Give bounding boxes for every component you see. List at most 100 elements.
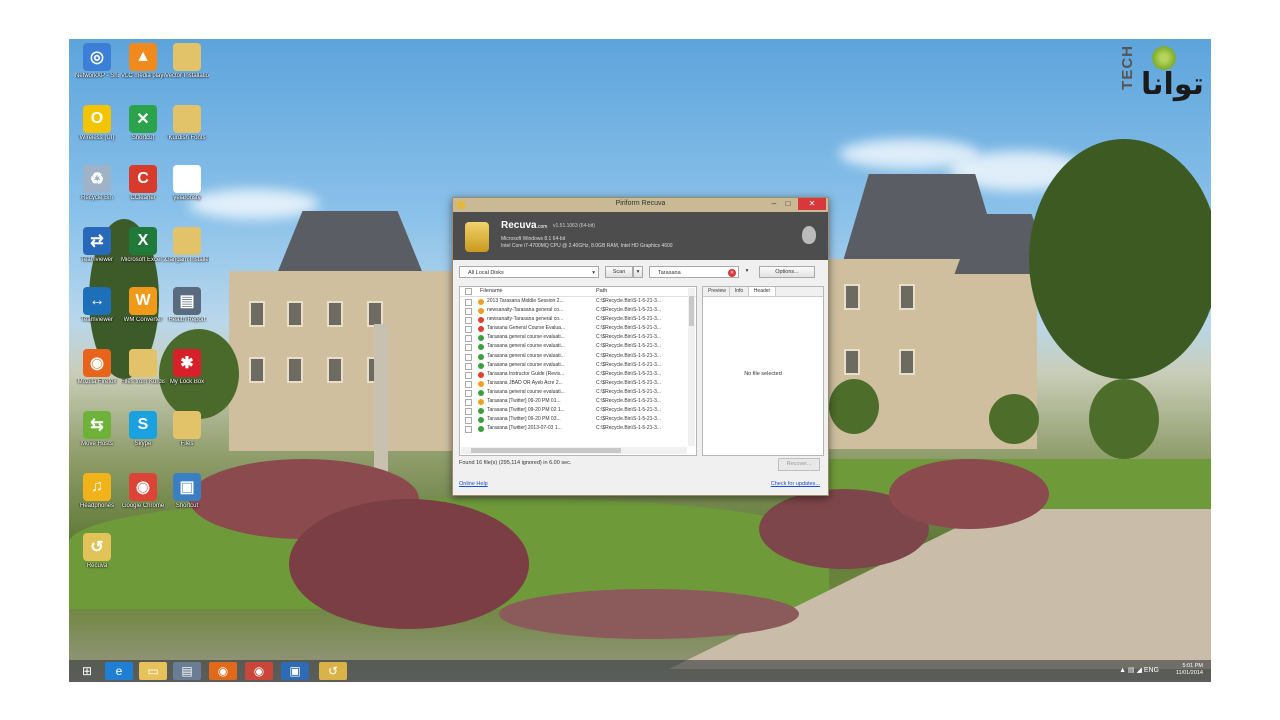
- minimize-button[interactable]: –: [768, 198, 780, 210]
- file-row[interactable]: Tarasana general course evaluati... C:\$R…: [460, 388, 696, 397]
- taskbar-chrome[interactable]: ◉: [245, 662, 273, 680]
- taskbar-ie[interactable]: e: [105, 662, 133, 680]
- select-all-checkbox[interactable]: [465, 288, 472, 295]
- file-row[interactable]: newsanaity-Tarasana general co... C:\$Rec…: [460, 306, 696, 316]
- drive-select-value: All Local Disks: [468, 270, 504, 276]
- tab-info[interactable]: Info: [730, 287, 749, 296]
- close-button[interactable]: ✕: [798, 198, 826, 210]
- scan-dropdown-button[interactable]: ▾: [633, 266, 643, 278]
- file-row[interactable]: 2013 Tarasana Middle Session 2... C:\$Rec…: [460, 297, 696, 306]
- desktop-icon[interactable]: ◉ Google Chrome: [121, 473, 165, 510]
- desktop-icon[interactable]: ▣ Shortcut: [165, 473, 209, 510]
- desktop-icon[interactable]: ✕ Shortcut: [121, 105, 165, 142]
- file-checkbox[interactable]: [465, 389, 472, 397]
- desktop-icon[interactable]: Files: [165, 411, 209, 448]
- file-row[interactable]: Tarasana general course evaluati... C:\$R…: [460, 361, 696, 370]
- title-bar[interactable]: Piriform Recuva – □ ✕: [453, 198, 828, 212]
- desktop-icon[interactable]: ▲ VLC media player: [121, 43, 165, 80]
- file-name: Tarasana general course evaluati...: [487, 343, 565, 350]
- desktop-icon[interactable]: ⇄ Teamviewer: [75, 227, 119, 264]
- scroll-thumb[interactable]: [689, 296, 694, 326]
- clock[interactable]: 5:01 PM 11/01/2014: [1176, 663, 1203, 677]
- file-name: Tarasana general course evaluati...: [487, 388, 565, 395]
- file-checkbox[interactable]: [465, 417, 472, 425]
- search-input[interactable]: Tarasana ✕: [649, 266, 739, 278]
- desktop-icon[interactable]: ♻ Recycle Bin: [75, 165, 119, 202]
- desktop-icon[interactable]: ⇆ Move Hosts: [75, 411, 119, 448]
- file-checkbox[interactable]: [465, 344, 472, 352]
- desktop-icon-label: VLC media player: [121, 73, 165, 79]
- desktop-icon-label: Mozilla Firefox: [77, 379, 117, 385]
- file-row[interactable]: Tarasana general course evaluati... C:\$R…: [460, 352, 696, 361]
- file-row[interactable]: Tarasana General Course Evalua... C:\$Rec…: [460, 324, 696, 334]
- file-checkbox[interactable]: [465, 308, 472, 316]
- drive-select[interactable]: All Local Disks ▾: [459, 266, 599, 278]
- desktop-icon[interactable]: ◉ Mozilla Firefox: [75, 349, 119, 386]
- monitor-icon: ▣: [173, 473, 201, 501]
- recuva-logo-icon: [465, 222, 489, 252]
- desktop-icon[interactable]: W WM Converter: [121, 287, 165, 324]
- file-checkbox[interactable]: [465, 362, 472, 370]
- vertical-scrollbar[interactable]: [688, 288, 695, 446]
- desktop-icon[interactable]: ↔ Teamviewer: [75, 287, 119, 324]
- file-row[interactable]: Tarasana JBAD OR Ayeb Acre 2... C:\$Recyc…: [460, 379, 696, 388]
- scroll-thumb[interactable]: [471, 448, 621, 453]
- file-checkbox[interactable]: [465, 371, 472, 379]
- file-checkbox[interactable]: [465, 317, 472, 325]
- desktop-icon[interactable]: Files from Kurdish...: [121, 349, 165, 386]
- horizontal-scrollbar[interactable]: [461, 447, 687, 454]
- desktop-icon[interactable]: ↺ Recuva: [75, 533, 119, 570]
- desktop-icon[interactable]: C CCleaner: [121, 165, 165, 202]
- desktop-icon[interactable]: ✱ My Lock Box: [165, 349, 209, 386]
- recovery-state-icon: [478, 362, 484, 369]
- desktop-icon[interactable]: Gangam Installer: [165, 227, 209, 264]
- column-filename[interactable]: Filename: [480, 288, 503, 294]
- start-button[interactable]: ⊞: [73, 662, 101, 680]
- recover-button[interactable]: Recover...: [778, 458, 820, 471]
- file-checkbox[interactable]: [465, 380, 472, 388]
- column-path[interactable]: Path: [596, 288, 607, 294]
- file-row[interactable]: Tarasana [Twitter] 09-20 PM 01... C:\$Rec…: [460, 397, 696, 407]
- taskbar-app[interactable]: ▤: [173, 662, 201, 680]
- taskbar-recuva[interactable]: ↺: [319, 662, 347, 680]
- taskbar-explorer[interactable]: ▭: [139, 662, 167, 680]
- online-help-link[interactable]: Online Help: [459, 481, 488, 487]
- recovery-state-icon: [478, 389, 484, 396]
- file-row[interactable]: Tarasana Instructor Guide (Revis... C:\$R…: [460, 370, 696, 379]
- desktop-icon[interactable]: Kurdish Fonts: [165, 105, 209, 142]
- check-updates-link[interactable]: Check for updates...: [771, 481, 820, 487]
- file-row[interactable]: Tarasana [Twitter] 09-20 PM 03... C:\$Rec…: [460, 415, 696, 425]
- file-checkbox[interactable]: [465, 408, 472, 416]
- maximize-button[interactable]: □: [782, 198, 794, 210]
- file-checkbox[interactable]: [465, 353, 472, 361]
- file-checkbox[interactable]: [465, 399, 472, 407]
- file-row[interactable]: Tarasana general course evaluati... C:\$R…: [460, 342, 696, 352]
- desktop-icon[interactable]: yelaronsty: [165, 165, 209, 202]
- tab-header[interactable]: Header: [749, 287, 776, 296]
- file-row[interactable]: newsanaity-Tarasana general co... C:\$Rec…: [460, 315, 696, 325]
- desktop-icon[interactable]: Vector Installation...: [165, 43, 209, 80]
- file-checkbox[interactable]: [465, 426, 472, 434]
- desktop-icon[interactable]: ▤ Health Report: [165, 287, 209, 324]
- file-checkbox[interactable]: [465, 335, 472, 343]
- file-row[interactable]: Tarasana [Twitter] 2013-07-03 1... C:\$Re…: [460, 424, 696, 434]
- taskbar-teamviewer[interactable]: ▣: [281, 662, 309, 680]
- scan-button[interactable]: Scan: [605, 266, 633, 278]
- tab-preview[interactable]: Preview: [705, 287, 730, 296]
- file-checkbox[interactable]: [465, 299, 472, 306]
- desktop-icon[interactable]: X Microsoft Excel 2010: [121, 227, 165, 264]
- desktop-icon[interactable]: O Wireless (UI): [75, 105, 119, 142]
- desktop-icon[interactable]: S Skype: [121, 411, 165, 448]
- file-path: C:\$Recycle.Bin\S-1-5-21-3...: [596, 407, 662, 414]
- desktop-icon[interactable]: ◎ NetworkXP - Shortcut...: [75, 43, 119, 80]
- file-row[interactable]: Tarasana general course evaluati... C:\$R…: [460, 333, 696, 343]
- desktop-icon[interactable]: ♫ Headphones: [75, 473, 119, 510]
- tray-icons[interactable]: ▲ ▤ ◢ ENG: [1119, 666, 1159, 674]
- options-button[interactable]: Options...: [759, 266, 815, 278]
- file-row[interactable]: Tarasana [Twitter] 09-20 PM 02 1... C:\$R…: [460, 406, 696, 416]
- clear-search-icon[interactable]: ✕: [728, 269, 736, 277]
- search-options-chevron-icon[interactable]: ▾: [743, 266, 751, 278]
- os-info: Microsoft Windows 8.1 64-bit: [501, 236, 566, 242]
- taskbar-firefox[interactable]: ◉: [209, 662, 237, 680]
- file-checkbox[interactable]: [465, 326, 472, 334]
